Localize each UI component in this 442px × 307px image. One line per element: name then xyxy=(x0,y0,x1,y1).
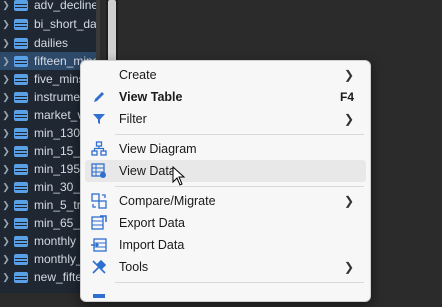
menu-item-label: Tools xyxy=(119,260,149,274)
tools-icon xyxy=(91,259,107,275)
menu-item-view-data[interactable]: View Data xyxy=(85,160,366,182)
table-icon xyxy=(14,217,28,229)
menu-item-label: Import Data xyxy=(119,238,185,252)
tree-item-label: min_30_t xyxy=(34,180,84,194)
menu-separator xyxy=(115,186,364,187)
import-icon xyxy=(91,237,107,253)
tree-item-label: min_15_t xyxy=(34,144,84,158)
table-icon xyxy=(14,109,28,121)
menu-separator xyxy=(115,134,364,135)
shortcut-label: F4 xyxy=(339,90,354,104)
table-icon xyxy=(14,0,28,11)
filter-icon xyxy=(91,111,107,127)
table-icon xyxy=(14,235,28,247)
diagram-icon xyxy=(91,141,107,157)
table-icon xyxy=(14,73,28,85)
menu-item-import-data[interactable]: Import Data xyxy=(85,234,366,256)
menu-item-label: Create xyxy=(119,68,157,82)
tree-item-label: min_65_t xyxy=(34,216,84,230)
chevron-right-icon[interactable]: ❯ xyxy=(0,74,12,85)
menu-item-compare-migrate[interactable]: Compare/Migrate ❯ xyxy=(85,190,366,212)
table-icon xyxy=(14,55,28,67)
chevron-right-icon[interactable]: ❯ xyxy=(0,164,12,175)
tree-item[interactable]: ❯ dailies xyxy=(0,34,96,52)
submenu-arrow-icon: ❯ xyxy=(343,68,354,82)
pencil-icon xyxy=(91,89,107,105)
chevron-right-icon[interactable]: ❯ xyxy=(0,0,12,11)
submenu-arrow-icon: ❯ xyxy=(343,112,354,126)
table-icon xyxy=(14,37,28,49)
menu-separator xyxy=(115,282,364,283)
table-data-icon xyxy=(91,163,107,179)
tree-item-label: dailies xyxy=(34,36,69,50)
chevron-right-icon[interactable]: ❯ xyxy=(0,128,12,139)
table-icon xyxy=(14,91,28,103)
chevron-right-icon[interactable]: ❯ xyxy=(0,19,12,30)
tree-item-label: five_mins xyxy=(34,72,85,86)
table-icon xyxy=(14,163,28,175)
menu-item-label: View Diagram xyxy=(119,142,197,156)
compare-icon xyxy=(91,193,107,209)
menu-item-label: View Table xyxy=(119,90,183,104)
submenu-arrow-icon: ❯ xyxy=(343,194,354,208)
chevron-right-icon[interactable]: ❯ xyxy=(0,272,12,283)
chevron-right-icon[interactable]: ❯ xyxy=(0,56,12,67)
chevron-right-icon[interactable]: ❯ xyxy=(0,38,12,49)
table-icon xyxy=(14,253,28,265)
menu-item-label: Filter xyxy=(119,112,147,126)
menu-item-label: Export Data xyxy=(119,216,186,230)
table-icon xyxy=(14,145,28,157)
chevron-right-icon[interactable]: ❯ xyxy=(0,110,12,121)
chevron-right-icon[interactable]: ❯ xyxy=(0,200,12,211)
tree-item-label: monthly xyxy=(34,234,77,248)
tree-item-label: new_fifte xyxy=(34,270,83,284)
menu-item-tools[interactable]: Tools ❯ xyxy=(85,256,366,278)
chevron-right-icon[interactable]: ❯ xyxy=(0,236,12,247)
tree-item[interactable]: ❯ bi_short_data xyxy=(0,15,96,33)
more-icon xyxy=(91,288,107,304)
menu-item-create[interactable]: Create ❯ xyxy=(85,64,366,86)
export-icon xyxy=(91,215,107,231)
menu-item-view-diagram[interactable]: View Diagram xyxy=(85,138,366,160)
tree-item-label: market_v xyxy=(34,108,84,122)
mouse-cursor-icon xyxy=(172,165,186,191)
tree-item-label: bi_short_data xyxy=(34,17,96,31)
submenu-arrow-icon: ❯ xyxy=(343,260,354,274)
menu-item-export-data[interactable]: Export Data xyxy=(85,212,366,234)
chevron-right-icon[interactable]: ❯ xyxy=(0,254,12,265)
menu-item-label: Compare/Migrate xyxy=(119,194,216,208)
chevron-right-icon[interactable]: ❯ xyxy=(0,218,12,229)
table-icon xyxy=(14,271,28,283)
context-menu: Create ❯ View Table F4 Filter ❯ View Dia… xyxy=(80,60,371,302)
menu-item-label: View Data xyxy=(119,164,176,178)
tree-item-label: monthly_ xyxy=(34,252,83,266)
menu-item-more[interactable] xyxy=(85,285,366,307)
table-icon xyxy=(14,18,28,30)
table-icon xyxy=(14,181,28,193)
tree-item-label: adv_declines xyxy=(34,0,96,12)
chevron-right-icon[interactable]: ❯ xyxy=(0,92,12,103)
table-icon xyxy=(14,127,28,139)
chevron-right-icon[interactable]: ❯ xyxy=(0,146,12,157)
chevron-right-icon[interactable]: ❯ xyxy=(0,182,12,193)
menu-item-filter[interactable]: Filter ❯ xyxy=(85,108,366,130)
menu-item-view-table[interactable]: View Table F4 xyxy=(85,86,366,108)
tree-item[interactable]: ❯ adv_declines xyxy=(0,0,96,14)
table-icon xyxy=(14,199,28,211)
